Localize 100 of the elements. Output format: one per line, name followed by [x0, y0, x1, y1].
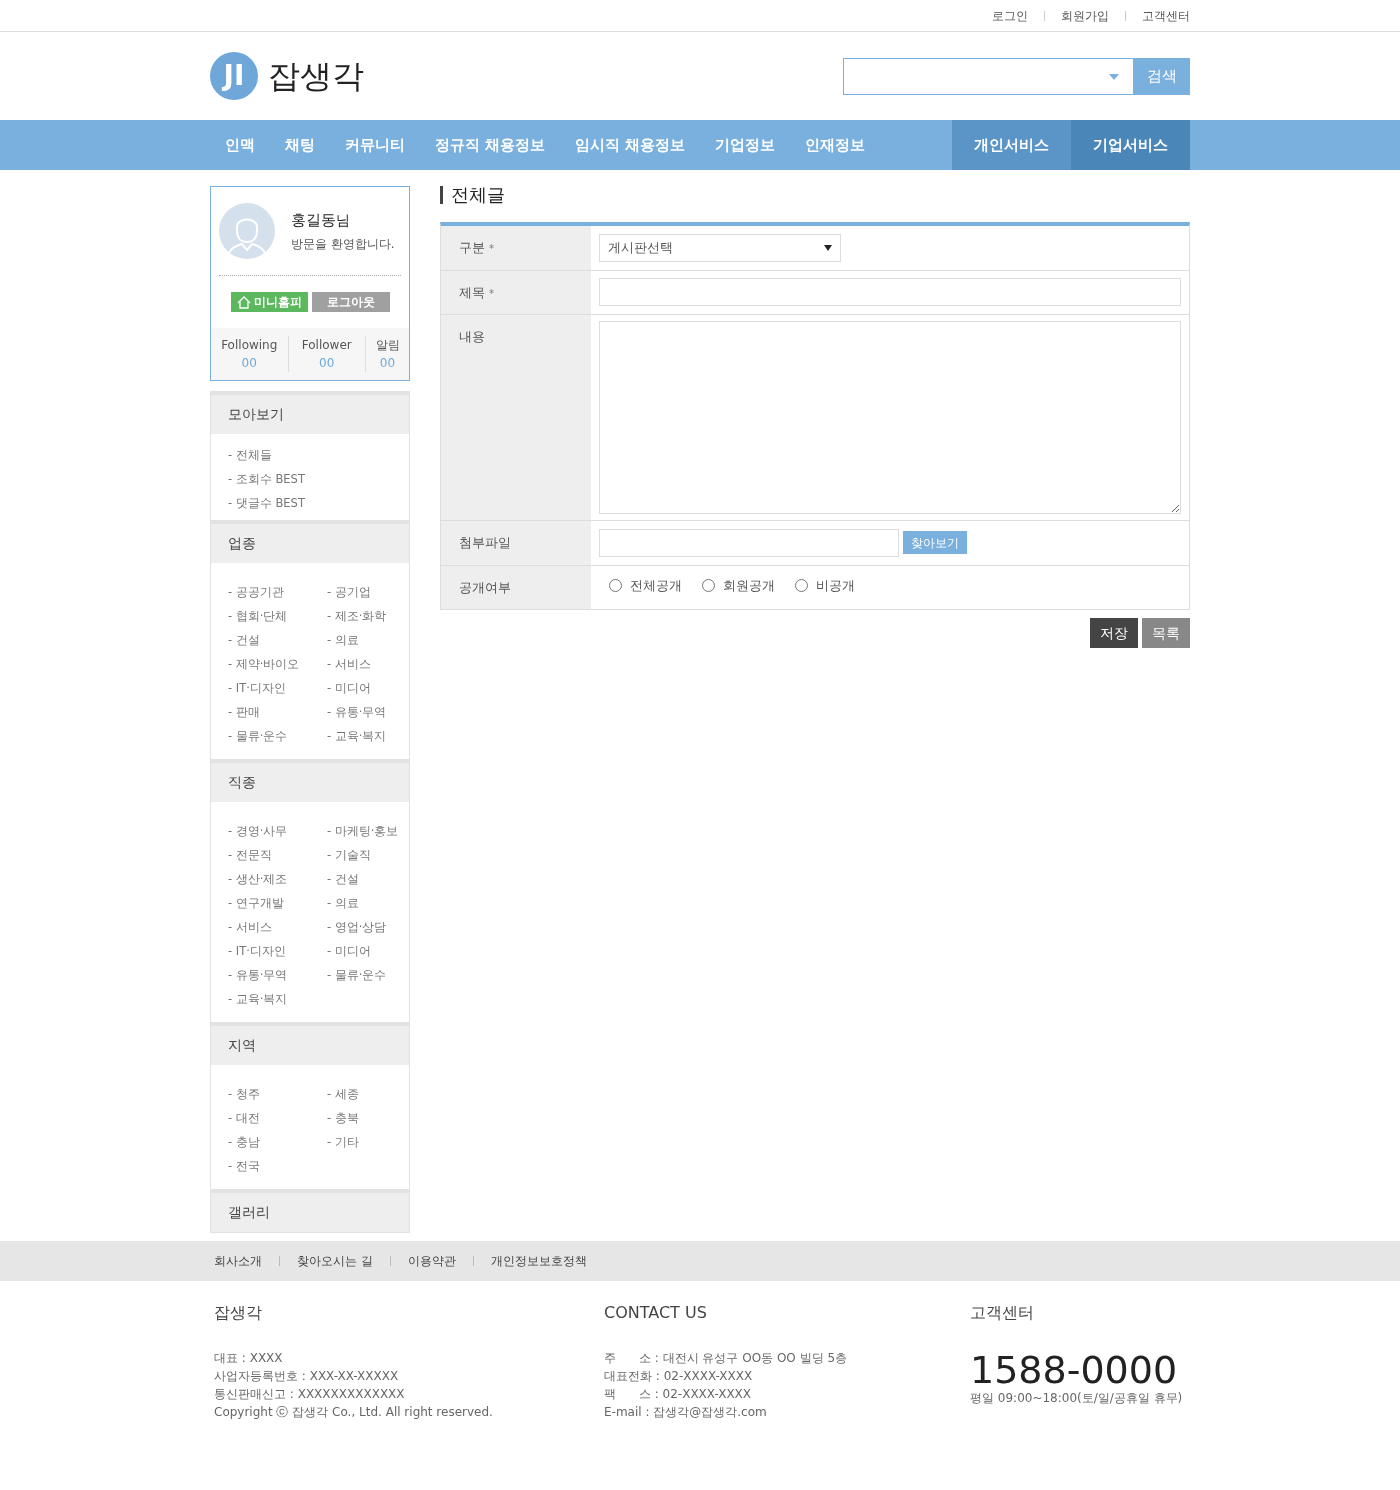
radio-button[interactable]	[609, 579, 622, 592]
sidebar-link[interactable]: - 의료	[327, 631, 392, 649]
field-label: 공개여부	[459, 579, 511, 595]
home-icon	[236, 295, 251, 309]
dropdown-caret-icon	[824, 244, 832, 251]
avatar-icon	[219, 203, 275, 259]
field-label: 내용	[459, 329, 485, 344]
sidebar-link[interactable]: - 교육·복지	[327, 727, 392, 745]
sidebar-link[interactable]: - 생산·제조	[228, 870, 327, 888]
sidebar-link[interactable]: - 교육·복지	[228, 990, 327, 1008]
nav-menu-item[interactable]: 기업서비스	[1071, 120, 1190, 170]
sidebar-link[interactable]: - IT·디자인	[228, 942, 327, 960]
user-name: 홍길동님	[291, 209, 351, 231]
sidebar-link[interactable]: - 세종	[327, 1085, 392, 1103]
section-header[interactable]: 지역	[211, 1023, 409, 1065]
list-button[interactable]: 목록	[1142, 618, 1190, 648]
footer-link[interactable]: 찾아오시는 길	[297, 1252, 373, 1270]
sidebar-link[interactable]: - 마케팅·홍보	[327, 822, 399, 840]
footer-heading: 고객센터	[970, 1302, 1035, 1324]
footer-info-line: 팩 스 : 02-XXXX-XXXX	[604, 1386, 753, 1403]
stat-value: 00	[240, 355, 258, 372]
save-button[interactable]: 저장	[1090, 618, 1138, 648]
stat-label: 알림	[374, 337, 401, 354]
sidebar-link[interactable]: - 기술직	[327, 846, 399, 864]
sidebar-link[interactable]: - 건설	[327, 870, 399, 888]
sidebar-link[interactable]: - 기타	[327, 1133, 392, 1151]
sidebar-link[interactable]: - 전문직	[228, 846, 327, 864]
radio-label: 전체공개	[630, 576, 682, 595]
footer-info-line: Copyright ⓒ 잡생각 Co., Ltd. All right reserved.	[214, 1404, 494, 1421]
footer-info-line: E-mail : 잡생각@잡생각.com	[604, 1404, 768, 1421]
radio-button[interactable]	[702, 579, 715, 592]
footer-link[interactable]: 개인정보보호정책	[490, 1252, 587, 1270]
title-input[interactable]	[599, 278, 1181, 307]
sidebar-link[interactable]: - 제약·바이오	[228, 655, 327, 673]
footer-info-line: 대표전화 : 02-XXXX-XXXX	[604, 1368, 754, 1385]
sidebar-link[interactable]: - 조회수 BEST	[228, 470, 392, 488]
sidebar-link[interactable]: - 서비스	[228, 918, 327, 936]
sidebar-link[interactable]: - 공공기관	[228, 583, 327, 601]
sidebar-link[interactable]: - 청주	[228, 1085, 327, 1103]
required-mark: *	[489, 243, 494, 254]
footer-info-line: 통신판매신고 : XXXXXXXXXXXXX	[214, 1386, 406, 1403]
sidebar-link[interactable]: - 물류·운수	[327, 966, 399, 984]
sidebar-link[interactable]: - 영업·상담	[327, 918, 399, 936]
stat-label: Following	[220, 337, 279, 354]
sidebar-link[interactable]: - 건설	[228, 631, 327, 649]
section-header[interactable]: 갤러리	[211, 1190, 409, 1232]
footer-info-line: 주 소 : 대전시 유성구 OO동 OO 빌딩 5층	[604, 1350, 849, 1367]
phone-number: 1588-0000	[970, 1351, 1179, 1389]
radio-label: 비공개	[816, 576, 855, 595]
business-hours: 평일 09:00~18:00(토/일/공휴일 휴무)	[970, 1390, 1183, 1407]
welcome-text: 방문을 환영합니다.	[291, 236, 395, 254]
field-label: 구분	[459, 240, 485, 255]
sidebar-link[interactable]: - 판매	[228, 703, 327, 721]
radio-label: 회원공개	[723, 576, 775, 595]
sidebar-link[interactable]: - 충북	[327, 1109, 392, 1127]
sidebar-link[interactable]: - IT·디자인	[228, 679, 327, 697]
stat-value: 00	[318, 355, 336, 372]
nav-menu-item[interactable]: 개인서비스	[952, 120, 1071, 170]
radio-button[interactable]	[795, 579, 808, 592]
sidebar-link[interactable]: - 공기업	[327, 583, 392, 601]
sidebar-link[interactable]: - 연구개발	[228, 894, 327, 912]
footer-link[interactable]: 회사소개	[214, 1252, 262, 1270]
footer-info-line: 대표 : XXXX	[214, 1350, 284, 1367]
footer-heading: CONTACT US	[604, 1302, 708, 1324]
logout-button[interactable]: 로그아웃	[311, 292, 390, 312]
search-field[interactable]	[843, 57, 1134, 95]
field-label: 제목	[459, 284, 485, 300]
stat-label: Follower	[300, 337, 353, 354]
file-path-field[interactable]	[599, 528, 899, 557]
sidebar-link[interactable]: - 서비스	[327, 655, 392, 673]
site-name: 잡생각	[268, 56, 364, 97]
field-label: 첨부파일	[459, 535, 511, 550]
footer-heading: 잡생각	[214, 1302, 263, 1324]
sidebar-link[interactable]: - 유통·무역	[327, 703, 392, 721]
top-link[interactable]: 고객센터	[1142, 6, 1190, 25]
sidebar-link[interactable]: - 협회·단체	[228, 607, 327, 625]
sidebar-link[interactable]: - 댓글수 BEST	[228, 494, 392, 512]
section-header[interactable]: 모아보기	[211, 392, 409, 434]
mini-homepage-button[interactable]: 미니홈피	[230, 292, 308, 312]
sidebar-link[interactable]: - 물류·운수	[228, 727, 327, 745]
footer-link[interactable]: 이용약관	[407, 1252, 456, 1270]
sidebar-link[interactable]: - 대전	[228, 1109, 327, 1127]
sidebar-link[interactable]: - 제조·화학	[327, 607, 392, 625]
logo-icon: JI	[210, 52, 258, 100]
top-link[interactable]: 회원가입	[1061, 6, 1109, 25]
dropdown-caret-icon[interactable]	[1109, 73, 1119, 80]
top-link[interactable]: 로그인	[992, 6, 1028, 25]
sidebar-link[interactable]: - 충남	[228, 1133, 327, 1151]
sidebar-link[interactable]: - 경영·사무	[228, 822, 327, 840]
section-header[interactable]: 직종	[211, 760, 409, 802]
select-value: 게시판선택	[608, 239, 673, 257]
board-select[interactable]: 게시판선택	[599, 233, 841, 262]
sidebar-link[interactable]: - 전국	[228, 1157, 327, 1175]
sidebar-link[interactable]: - 유통·무역	[228, 966, 327, 984]
sidebar-link[interactable]: - 전체들	[228, 446, 392, 464]
stat-value: 00	[378, 355, 397, 372]
section-header[interactable]: 업종	[211, 521, 409, 563]
sidebar-link[interactable]: - 의료	[327, 894, 399, 912]
sidebar-link[interactable]: - 미디어	[327, 942, 399, 960]
sidebar-link[interactable]: - 미디어	[327, 679, 392, 697]
